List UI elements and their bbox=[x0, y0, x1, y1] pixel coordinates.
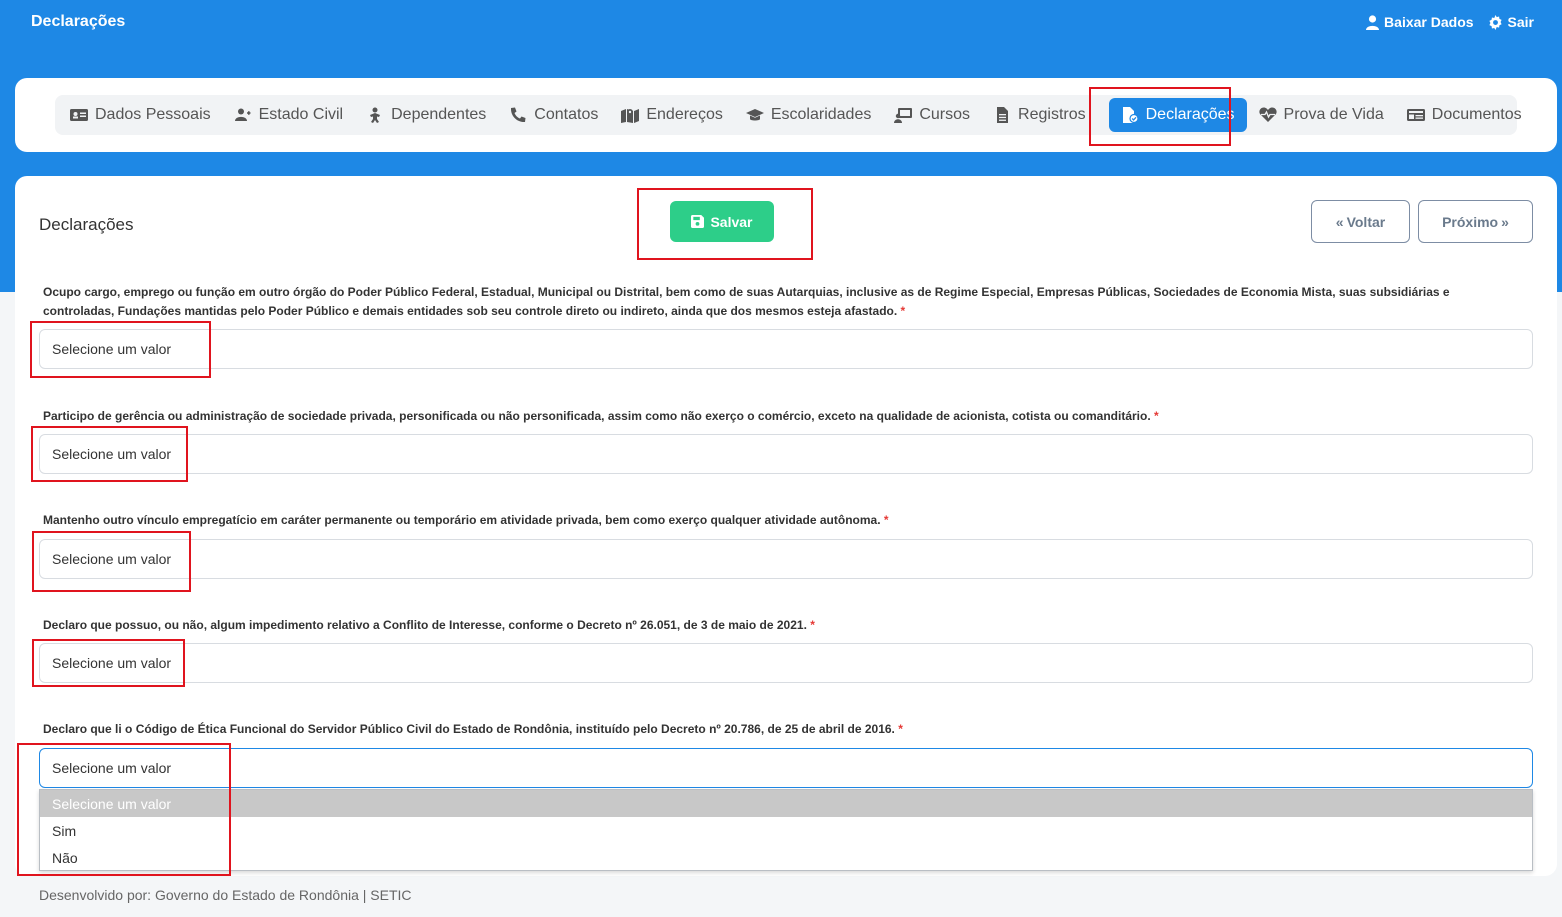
declaration-select[interactable]: Selecione um valor bbox=[39, 748, 1533, 788]
logout-label: Sair bbox=[1507, 14, 1534, 30]
chalkboard-icon bbox=[894, 108, 913, 123]
save-icon bbox=[691, 215, 705, 228]
question-label: Mantenho outro vínculo empregatício em c… bbox=[43, 513, 889, 527]
tab-label: Cursos bbox=[919, 106, 971, 123]
tab-prova-de-vida[interactable]: Prova de Vida bbox=[1258, 98, 1395, 132]
question-label: Participo de gerência ou administração d… bbox=[43, 409, 1159, 423]
heartbeat-icon bbox=[1258, 107, 1277, 122]
select-dropdown-list: Selecione um valor Sim Não bbox=[39, 789, 1533, 871]
tab-label: Estado Civil bbox=[258, 106, 344, 123]
declaration-select[interactable]: Selecione um valor bbox=[39, 434, 1533, 474]
tab-label: Registros bbox=[1018, 106, 1086, 123]
tab-enderecos[interactable]: Endereços bbox=[621, 98, 734, 132]
user-icon bbox=[1366, 14, 1380, 30]
question-label: Ocupo cargo, emprego ou função em outro … bbox=[43, 285, 1450, 318]
double-chevron-right-icon: » bbox=[1501, 213, 1509, 230]
back-button[interactable]: « Voltar bbox=[1311, 200, 1410, 243]
document-card-icon bbox=[1406, 109, 1425, 121]
declaration-select[interactable]: Selecione um valor bbox=[39, 329, 1533, 369]
map-marker-icon bbox=[621, 109, 640, 123]
tab-escolaridades[interactable]: Escolaridades bbox=[745, 98, 883, 132]
footer-text: Desenvolvido por: Governo do Estado de R… bbox=[39, 887, 412, 903]
tab-label: Dependentes bbox=[391, 106, 487, 123]
graduation-cap-icon bbox=[745, 109, 764, 121]
nav-tabs: Dados Pessoais Estado Civil Dependentes … bbox=[55, 95, 1522, 135]
dropdown-option[interactable]: Não bbox=[40, 844, 1532, 871]
top-actions: Baixar Dados Sair bbox=[1366, 14, 1534, 30]
user-couple-icon bbox=[234, 108, 251, 121]
next-label: Próximo bbox=[1442, 213, 1499, 230]
tab-label: Documentos bbox=[1431, 106, 1522, 123]
file-check-icon bbox=[1122, 107, 1139, 123]
dropdown-option[interactable]: Selecione um valor bbox=[40, 790, 1532, 817]
save-button[interactable]: Salvar bbox=[670, 201, 774, 242]
tab-label: Declarações bbox=[1145, 106, 1235, 123]
back-label: Voltar bbox=[1346, 213, 1386, 230]
tab-label: Contatos bbox=[534, 106, 599, 123]
question-label: Declaro que li o Código de Ética Funcion… bbox=[43, 722, 903, 736]
form-title: Declarações bbox=[39, 215, 134, 234]
download-data-button[interactable]: Baixar Dados bbox=[1366, 14, 1474, 30]
tab-documentos[interactable]: Documentos bbox=[1406, 98, 1533, 132]
declaration-select[interactable]: Selecione um valor bbox=[39, 643, 1533, 683]
download-data-label: Baixar Dados bbox=[1384, 14, 1474, 30]
question-label: Declaro que possuo, ou não, algum impedi… bbox=[43, 618, 815, 632]
child-icon bbox=[370, 107, 381, 123]
tab-label: Escolaridades bbox=[770, 106, 872, 123]
tab-dados-pessoais[interactable]: Dados Pessoais bbox=[70, 98, 222, 132]
tab-cursos[interactable]: Cursos bbox=[894, 98, 981, 132]
tab-dependentes[interactable]: Dependentes bbox=[366, 98, 497, 132]
tab-label: Dados Pessoais bbox=[95, 106, 211, 123]
tab-declaracoes[interactable]: Declarações bbox=[1108, 98, 1247, 132]
file-icon bbox=[997, 107, 1009, 123]
next-button[interactable]: Próximo » bbox=[1418, 200, 1533, 243]
logout-button[interactable]: Sair bbox=[1488, 14, 1534, 30]
id-card-icon bbox=[70, 109, 88, 121]
phone-icon bbox=[511, 107, 526, 123]
save-label: Salvar bbox=[710, 213, 753, 230]
double-chevron-left-icon: « bbox=[1335, 213, 1344, 230]
declaration-select[interactable]: Selecione um valor bbox=[39, 539, 1533, 579]
tab-label: Prova de Vida bbox=[1283, 106, 1384, 123]
tab-estado-civil[interactable]: Estado Civil bbox=[234, 98, 354, 132]
tab-contatos[interactable]: Contatos bbox=[509, 98, 609, 132]
tab-label: Endereços bbox=[646, 106, 723, 123]
nav-card: Dados Pessoais Estado Civil Dependentes … bbox=[15, 78, 1557, 152]
dropdown-option[interactable]: Sim bbox=[40, 817, 1532, 844]
app-title: Declarações bbox=[31, 13, 126, 30]
gear-icon bbox=[1488, 14, 1502, 30]
tab-registros[interactable]: Registros bbox=[993, 98, 1097, 132]
